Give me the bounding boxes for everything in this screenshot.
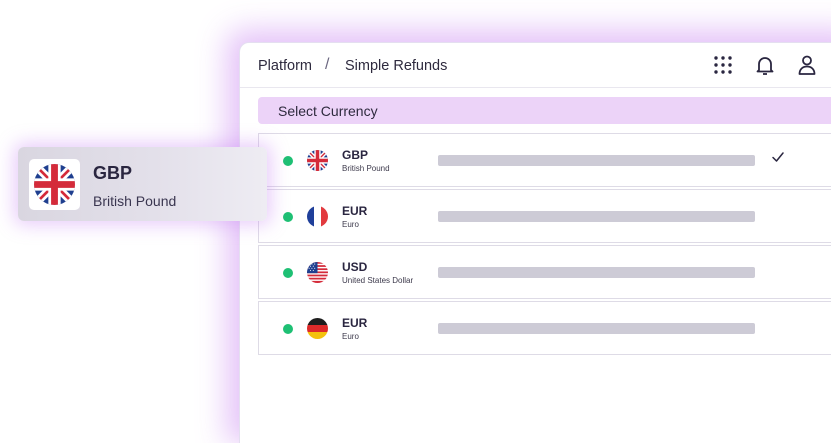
placeholder-bar [438, 211, 755, 222]
currency-code: EUR [342, 204, 368, 218]
card-flag-container [29, 159, 80, 210]
breadcrumb-simple-refunds[interactable]: Simple Refunds [345, 58, 447, 74]
us-flag-icon [307, 262, 328, 283]
currency-code: USD [342, 260, 368, 274]
status-dot [283, 156, 293, 166]
select-currency-header: Select Currency [258, 97, 831, 124]
currency-row-gbp[interactable]: GBP British Pound [258, 133, 831, 187]
breadcrumb-separator: / [325, 56, 330, 73]
uk-flag-icon [307, 150, 328, 171]
currency-code: EUR [342, 316, 368, 330]
selected-currency-card[interactable]: GBP British Pound [18, 147, 267, 221]
currency-code: GBP [342, 148, 369, 162]
bell-icon[interactable] [753, 53, 777, 77]
placeholder-bar [438, 323, 755, 334]
currency-row-usd[interactable]: USD United States Dollar [258, 245, 831, 299]
main-panel: Platform / Simple Refunds Select Currenc… [239, 42, 831, 443]
currency-name: Euro [342, 220, 359, 229]
uk-flag-icon [34, 164, 75, 205]
germany-flag-icon [307, 318, 328, 339]
currency-name: British Pound [342, 164, 390, 173]
currency-row-eur[interactable]: EUR Euro [258, 189, 831, 243]
currency-name: Euro [342, 332, 359, 341]
status-dot [283, 324, 293, 334]
currency-name: United States Dollar [342, 276, 414, 285]
currency-row-eur-de[interactable]: EUR Euro [258, 301, 831, 355]
top-bar: Platform / Simple Refunds [240, 43, 831, 88]
selected-currency-code: GBP [93, 163, 133, 183]
checkmark-icon [771, 150, 785, 164]
france-flag-icon [307, 206, 328, 227]
user-icon[interactable] [795, 53, 819, 77]
select-currency-label: Select Currency [278, 103, 378, 119]
apps-grid-icon[interactable] [711, 53, 735, 77]
placeholder-bar [438, 267, 755, 278]
status-dot [283, 268, 293, 278]
selected-currency-name: British Pound [93, 193, 177, 209]
placeholder-bar [438, 155, 755, 166]
status-dot [283, 212, 293, 222]
breadcrumb-platform[interactable]: Platform [258, 58, 312, 74]
